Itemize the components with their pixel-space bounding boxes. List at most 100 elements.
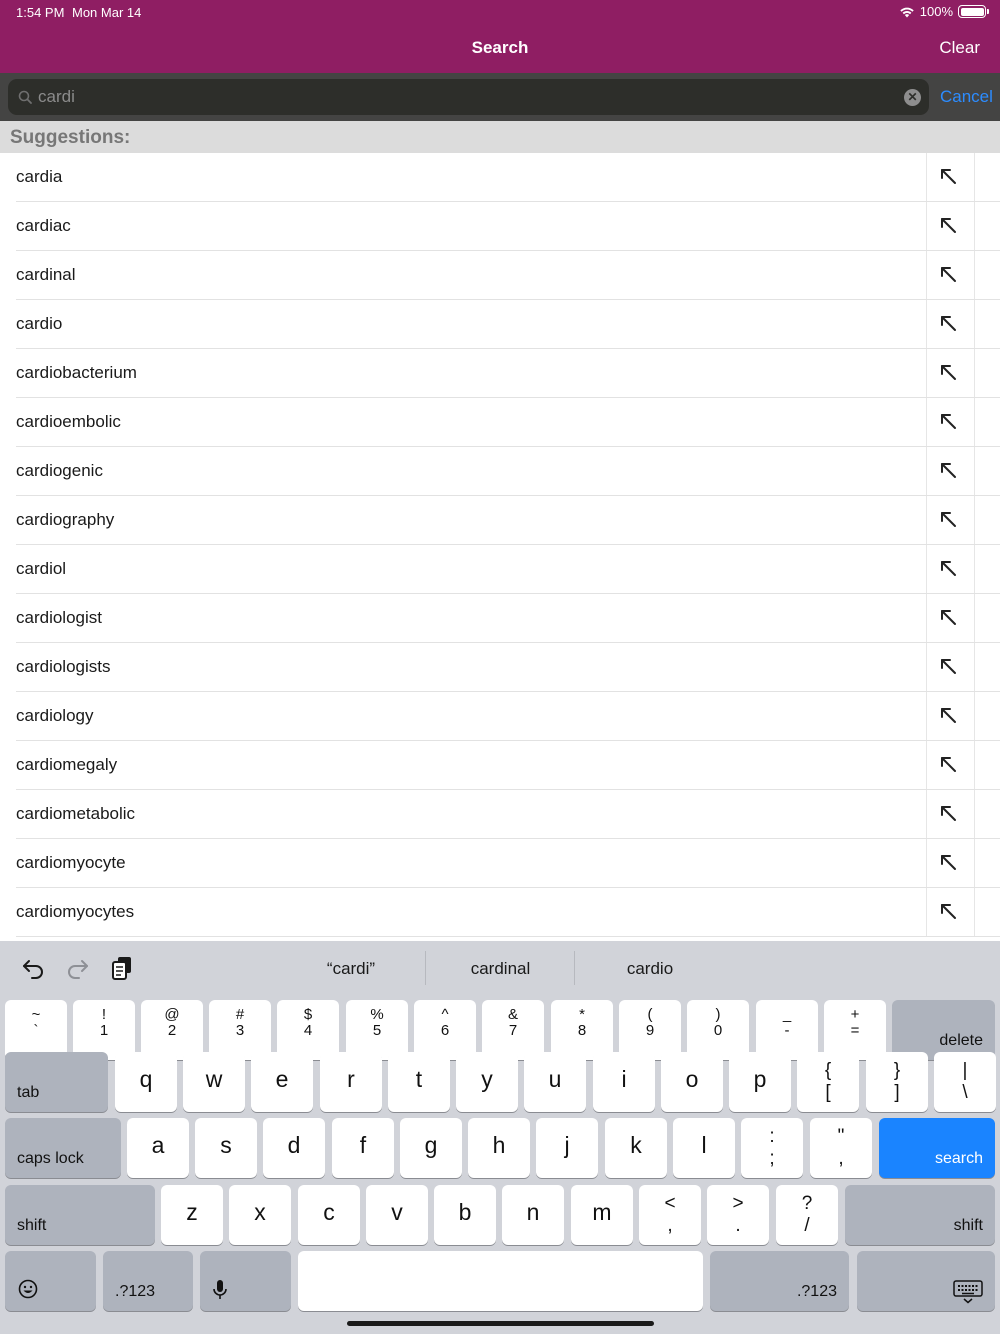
key-letter[interactable]: m <box>571 1185 633 1245</box>
cancel-button[interactable]: Cancel <box>940 87 993 107</box>
key-letter[interactable]: l <box>673 1118 735 1178</box>
key-symbol[interactable]: >. <box>707 1185 769 1245</box>
emoji-key[interactable] <box>5 1251 96 1311</box>
key-number-0[interactable]: ~ ` <box>5 1000 67 1060</box>
key-letter[interactable]: a <box>127 1118 189 1178</box>
dismiss-keyboard-key[interactable] <box>857 1251 995 1311</box>
fill-in-arrow-icon[interactable] <box>938 411 960 433</box>
key-number-2[interactable]: @2 <box>141 1000 203 1060</box>
numbers-key-left[interactable]: .?123 <box>103 1251 193 1311</box>
key-letter[interactable]: f <box>332 1118 394 1178</box>
key-symbol[interactable]: :; <box>741 1118 803 1178</box>
key-number-10[interactable]: ) 0 <box>687 1000 749 1060</box>
fill-in-arrow-icon[interactable] <box>938 166 960 188</box>
redo-icon[interactable] <box>64 955 90 981</box>
key-letter[interactable]: u <box>524 1052 586 1112</box>
key-number-6[interactable]: ^ 6 <box>414 1000 476 1060</box>
key-letter[interactable]: y <box>456 1052 518 1112</box>
undo-icon[interactable] <box>21 955 47 981</box>
suggestion-row[interactable]: cardiomyocyte <box>0 839 1000 888</box>
suggestion-row[interactable]: cardiometabolic <box>0 790 1000 839</box>
key-letter[interactable]: z <box>161 1185 223 1245</box>
fill-in-arrow-icon[interactable] <box>938 852 960 874</box>
key-letter[interactable]: n <box>502 1185 564 1245</box>
fill-in-arrow-icon[interactable] <box>938 362 960 384</box>
shift-right-key[interactable]: shift <box>845 1185 995 1245</box>
fill-in-arrow-icon[interactable] <box>938 607 960 629</box>
key-letter[interactable]: t <box>388 1052 450 1112</box>
key-letter[interactable]: r <box>320 1052 382 1112</box>
numbers-key-right[interactable]: .?123 <box>710 1251 849 1311</box>
key-symbol[interactable]: <, <box>639 1185 701 1245</box>
tab-key[interactable]: tab <box>5 1052 108 1112</box>
key-number-12[interactable]: + = <box>824 1000 886 1060</box>
suggestion-row[interactable]: cardiol <box>0 545 1000 594</box>
search-key[interactable]: search <box>879 1118 995 1178</box>
suggestion-row[interactable]: cardiomegaly <box>0 741 1000 790</box>
suggestion-row[interactable]: cardiogenic <box>0 447 1000 496</box>
fill-in-arrow-icon[interactable] <box>938 558 960 580</box>
space-key[interactable] <box>298 1251 703 1311</box>
key-letter[interactable]: s <box>195 1118 257 1178</box>
fill-in-arrow-icon[interactable] <box>938 656 960 678</box>
key-letter[interactable]: k <box>605 1118 667 1178</box>
suggestion-row[interactable]: cardiologists <box>0 643 1000 692</box>
key-letter[interactable]: v <box>366 1185 428 1245</box>
suggestion-row[interactable]: cardiac <box>0 202 1000 251</box>
key-number-4[interactable]: $4 <box>277 1000 339 1060</box>
key-letter[interactable]: d <box>263 1118 325 1178</box>
prediction-2[interactable]: cardinal <box>426 959 575 979</box>
key-symbol[interactable]: }] <box>866 1052 928 1112</box>
caps-lock-key[interactable]: caps lock <box>5 1118 121 1178</box>
clear-text-icon[interactable]: ✕ <box>904 89 921 106</box>
key-letter[interactable]: q <box>115 1052 177 1112</box>
key-number-9[interactable]: (9 <box>619 1000 681 1060</box>
fill-in-arrow-icon[interactable] <box>938 215 960 237</box>
key-number-5[interactable]: % 5 <box>346 1000 408 1060</box>
prediction-3[interactable]: cardio <box>575 959 725 979</box>
fill-in-arrow-icon[interactable] <box>938 313 960 335</box>
key-letter[interactable]: g <box>400 1118 462 1178</box>
fill-in-arrow-icon[interactable] <box>938 705 960 727</box>
fill-in-arrow-icon[interactable] <box>938 901 960 923</box>
key-number-11[interactable]: _ - <box>756 1000 818 1060</box>
key-number-1[interactable]: ! 1 <box>73 1000 135 1060</box>
suggestion-row[interactable]: cardiomyocytes <box>0 888 1000 937</box>
key-letter[interactable]: p <box>729 1052 791 1112</box>
suggestion-row[interactable]: cardinal <box>0 251 1000 300</box>
fill-in-arrow-icon[interactable] <box>938 460 960 482</box>
key-letter[interactable]: o <box>661 1052 723 1112</box>
key-number-7[interactable]: & 7 <box>482 1000 544 1060</box>
suggestion-row[interactable]: cardiologist <box>0 594 1000 643</box>
key-symbol[interactable]: ", <box>810 1118 872 1178</box>
key-letter[interactable]: e <box>251 1052 313 1112</box>
clear-button[interactable]: Clear <box>939 38 980 58</box>
key-number-3[interactable]: #3 <box>209 1000 271 1060</box>
delete-key[interactable]: delete <box>892 1000 995 1060</box>
key-symbol[interactable]: | \ <box>934 1052 996 1112</box>
key-letter[interactable]: j <box>536 1118 598 1178</box>
fill-in-arrow-icon[interactable] <box>938 264 960 286</box>
key-letter[interactable]: i <box>593 1052 655 1112</box>
key-letter[interactable]: h <box>468 1118 530 1178</box>
paste-icon[interactable] <box>109 955 135 981</box>
suggestion-row[interactable]: cardia <box>0 153 1000 202</box>
search-input[interactable] <box>38 79 898 115</box>
suggestion-row[interactable]: cardiobacterium <box>0 349 1000 398</box>
fill-in-arrow-icon[interactable] <box>938 754 960 776</box>
suggestion-row[interactable]: cardiography <box>0 496 1000 545</box>
suggestion-row[interactable]: cardioembolic <box>0 398 1000 447</box>
key-symbol[interactable]: {[ <box>797 1052 859 1112</box>
key-letter[interactable]: w <box>183 1052 245 1112</box>
prediction-1[interactable]: “cardi” <box>276 959 426 979</box>
key-letter[interactable]: c <box>298 1185 360 1245</box>
suggestion-row[interactable]: cardio <box>0 300 1000 349</box>
suggestion-row[interactable]: cardiology <box>0 692 1000 741</box>
key-letter[interactable]: b <box>434 1185 496 1245</box>
fill-in-arrow-icon[interactable] <box>938 803 960 825</box>
key-letter[interactable]: x <box>229 1185 291 1245</box>
key-symbol[interactable]: ? / <box>776 1185 838 1245</box>
shift-left-key[interactable]: shift <box>5 1185 155 1245</box>
search-field[interactable]: ✕ <box>8 79 929 115</box>
key-number-8[interactable]: * 8 <box>551 1000 613 1060</box>
